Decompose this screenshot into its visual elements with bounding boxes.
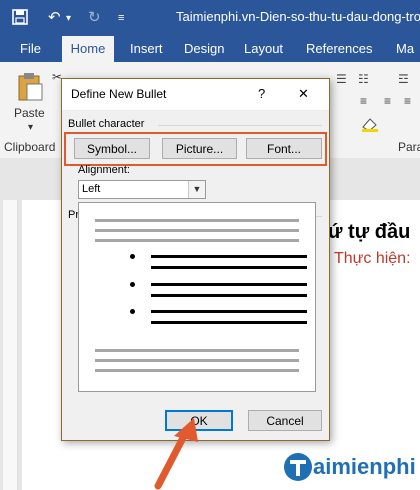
preview-box xyxy=(78,202,316,392)
symbol-button[interactable]: Symbol... xyxy=(74,138,150,159)
document-heading: ứ tự đầu xyxy=(328,221,411,243)
shading-icon[interactable] xyxy=(360,116,380,135)
align-center-icon[interactable]: ≡ xyxy=(384,94,391,108)
ribbon-tabs: File Home Insert Design Layout Reference… xyxy=(0,36,420,62)
preview-bullet xyxy=(130,254,135,259)
title-bar: ↶ ▾ ↻ ≡ Taimienphi.vn-Dien-so-thu-tu-dau… xyxy=(0,0,420,36)
preview-text-line xyxy=(151,294,307,297)
bullet-character-label: Bullet character xyxy=(68,118,145,130)
undo-dropdown-icon[interactable]: ▾ xyxy=(66,10,71,28)
font-button[interactable]: Font... xyxy=(246,138,322,159)
preview-gray-line xyxy=(95,369,299,372)
alignment-label: Alignment: xyxy=(78,164,130,176)
redo-icon[interactable]: ↻ xyxy=(88,9,101,27)
preview-gray-line xyxy=(95,359,299,362)
paste-dropdown-icon[interactable]: ▾ xyxy=(28,122,33,133)
close-icon[interactable]: ✕ xyxy=(298,86,309,102)
cancel-button[interactable]: Cancel xyxy=(248,410,322,431)
preview-text-line xyxy=(151,266,307,269)
tab-insert[interactable]: Insert xyxy=(124,36,169,62)
save-icon[interactable] xyxy=(12,9,28,27)
alignment-value: Left xyxy=(82,183,101,195)
tab-design[interactable]: Design xyxy=(178,36,230,62)
numbering-icon[interactable]: ☷ xyxy=(358,72,369,86)
paste-label[interactable]: Paste xyxy=(14,106,45,120)
dialog-title-bar: Define New Bullet ? ✕ xyxy=(62,79,329,111)
define-new-bullet-dialog: Define New Bullet ? ✕ Bullet character S… xyxy=(61,78,330,441)
align-left-icon[interactable]: ≡ xyxy=(360,94,367,108)
vertical-ruler xyxy=(3,200,18,490)
preview-bullet xyxy=(130,309,135,314)
preview-bullet xyxy=(130,282,135,287)
tab-layout[interactable]: Layout xyxy=(238,36,289,62)
tab-file[interactable]: File xyxy=(14,36,47,62)
window-title: Taimienphi.vn-Dien-so-thu-tu-dau-dong-tr… xyxy=(176,9,420,24)
preview-gray-line xyxy=(95,349,299,352)
document-subline: Thực hiện: xyxy=(334,250,411,267)
preview-gray-line xyxy=(95,219,299,222)
undo-icon[interactable]: ↶ xyxy=(48,9,61,27)
tab-mailings[interactable]: Ma xyxy=(390,36,420,62)
preview-text-line xyxy=(151,255,307,258)
preview-text-line xyxy=(151,283,307,286)
preview-gray-line xyxy=(95,229,299,232)
logo-text: aimienphi xyxy=(313,454,416,479)
picture-button[interactable]: Picture... xyxy=(162,138,237,159)
paragraph-group-label: Para xyxy=(398,140,420,154)
chevron-down-icon[interactable]: ▼ xyxy=(188,181,205,198)
paste-icon[interactable] xyxy=(16,72,44,105)
logo-t-icon xyxy=(284,453,312,481)
dialog-title: Define New Bullet xyxy=(71,87,167,101)
multilevel-icon[interactable]: ☲ xyxy=(398,72,409,86)
bullets-icon[interactable]: ☰ xyxy=(336,72,347,86)
preview-text-line xyxy=(151,310,307,313)
align-right-icon[interactable]: ≡ xyxy=(404,94,411,108)
alignment-select[interactable]: Left ▼ xyxy=(78,180,206,199)
customize-qat-icon[interactable]: ≡ xyxy=(118,9,124,27)
group-divider xyxy=(158,125,322,126)
preview-text-line xyxy=(151,321,307,324)
preview-gray-line xyxy=(95,239,299,242)
tab-references[interactable]: References xyxy=(300,36,378,62)
tab-home[interactable]: Home xyxy=(62,36,114,62)
help-button[interactable]: ? xyxy=(258,86,265,101)
clipboard-group-label: Clipboard xyxy=(4,140,56,154)
annotation-arrow-icon xyxy=(154,418,198,490)
